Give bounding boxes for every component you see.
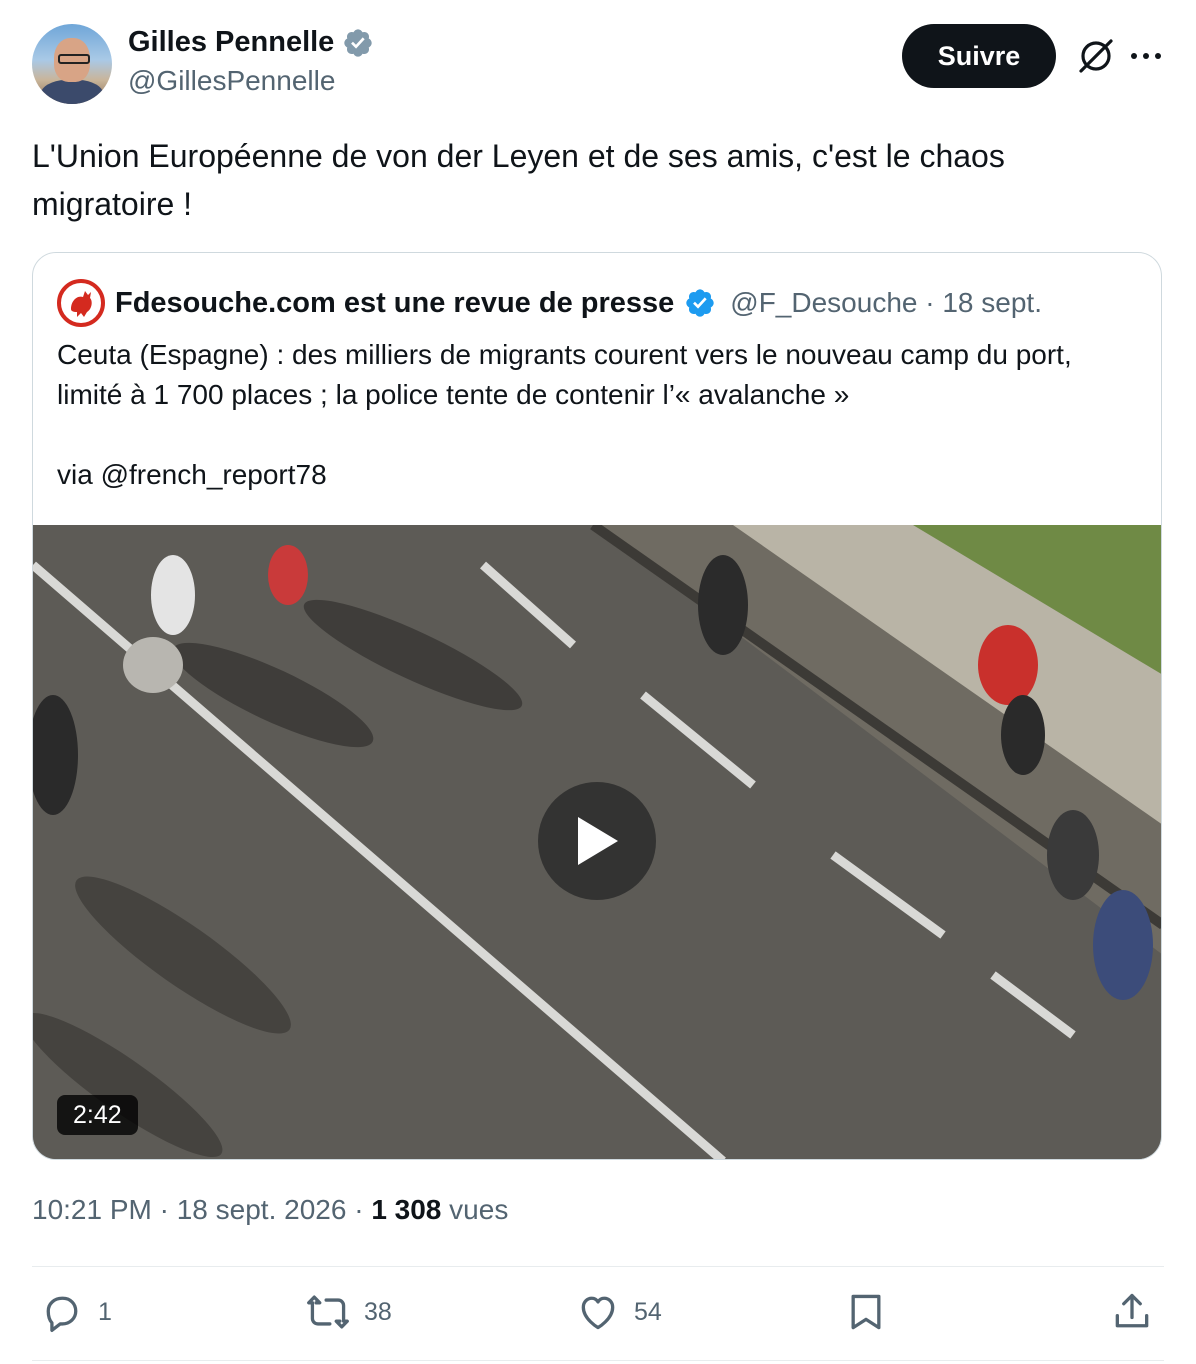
quoted-verified-badge-icon (686, 289, 714, 317)
views-count: 1 308 (371, 1194, 442, 1225)
like-button[interactable]: 54 (576, 1290, 662, 1334)
author-name-row[interactable]: Gilles Pennelle (128, 26, 374, 59)
follow-button[interactable]: Suivre (902, 24, 1056, 88)
rooster-icon (57, 279, 105, 327)
bookmark-button[interactable] (844, 1290, 888, 1334)
reply-icon (46, 1296, 78, 1332)
more-icon[interactable] (1128, 38, 1164, 74)
author-handle[interactable]: @GillesPennelle (128, 65, 374, 97)
divider (32, 1266, 1164, 1267)
reply-count: 1 (98, 1297, 112, 1326)
like-count: 54 (634, 1297, 662, 1326)
share-button[interactable] (1110, 1290, 1154, 1334)
reply-button[interactable]: 1 (40, 1290, 112, 1334)
quoted-tweet[interactable]: Fdesouche.com est une revue de presse @F… (32, 252, 1162, 1160)
grok-icon[interactable] (1076, 36, 1116, 76)
repost-button[interactable]: 38 (306, 1290, 392, 1334)
action-bar: 1 38 54 (32, 1290, 1164, 1346)
quoted-text: Ceuta (Espagne) : des milliers de migran… (57, 339, 1072, 490)
video-duration: 2:42 (57, 1095, 138, 1135)
bookmark-icon (851, 1294, 881, 1330)
share-icon (1115, 1293, 1149, 1328)
tweet-header: Gilles Pennelle @GillesPennelle Suivre (32, 24, 1164, 106)
author-name[interactable]: Gilles Pennelle (128, 26, 334, 59)
video-player[interactable]: 2:42 (33, 525, 1161, 1159)
tweet-text: L'Union Européenne de von der Leyen et d… (32, 138, 1005, 222)
quoted-handle-date[interactable]: @F_Desouche · 18 sept. (730, 287, 1042, 319)
author-info: Gilles Pennelle @GillesPennelle (128, 26, 374, 97)
divider (32, 1360, 1164, 1361)
repost-icon (307, 1295, 349, 1329)
play-button[interactable] (538, 782, 656, 900)
views-label: vues (441, 1194, 509, 1225)
quoted-author-name[interactable]: Fdesouche.com est une revue de presse (115, 287, 674, 320)
quoted-header: Fdesouche.com est une revue de presse @F… (57, 279, 1042, 327)
play-icon (578, 817, 618, 865)
verified-badge-icon (344, 28, 372, 57)
tweet-meta: 10:21 PM · 18 sept. 2026 · 1 308 vues (32, 1194, 508, 1226)
author-avatar[interactable] (32, 24, 112, 104)
timestamp[interactable]: 10:21 PM · 18 sept. 2026 · (32, 1194, 371, 1225)
like-icon (581, 1296, 615, 1330)
repost-count: 38 (364, 1297, 392, 1326)
